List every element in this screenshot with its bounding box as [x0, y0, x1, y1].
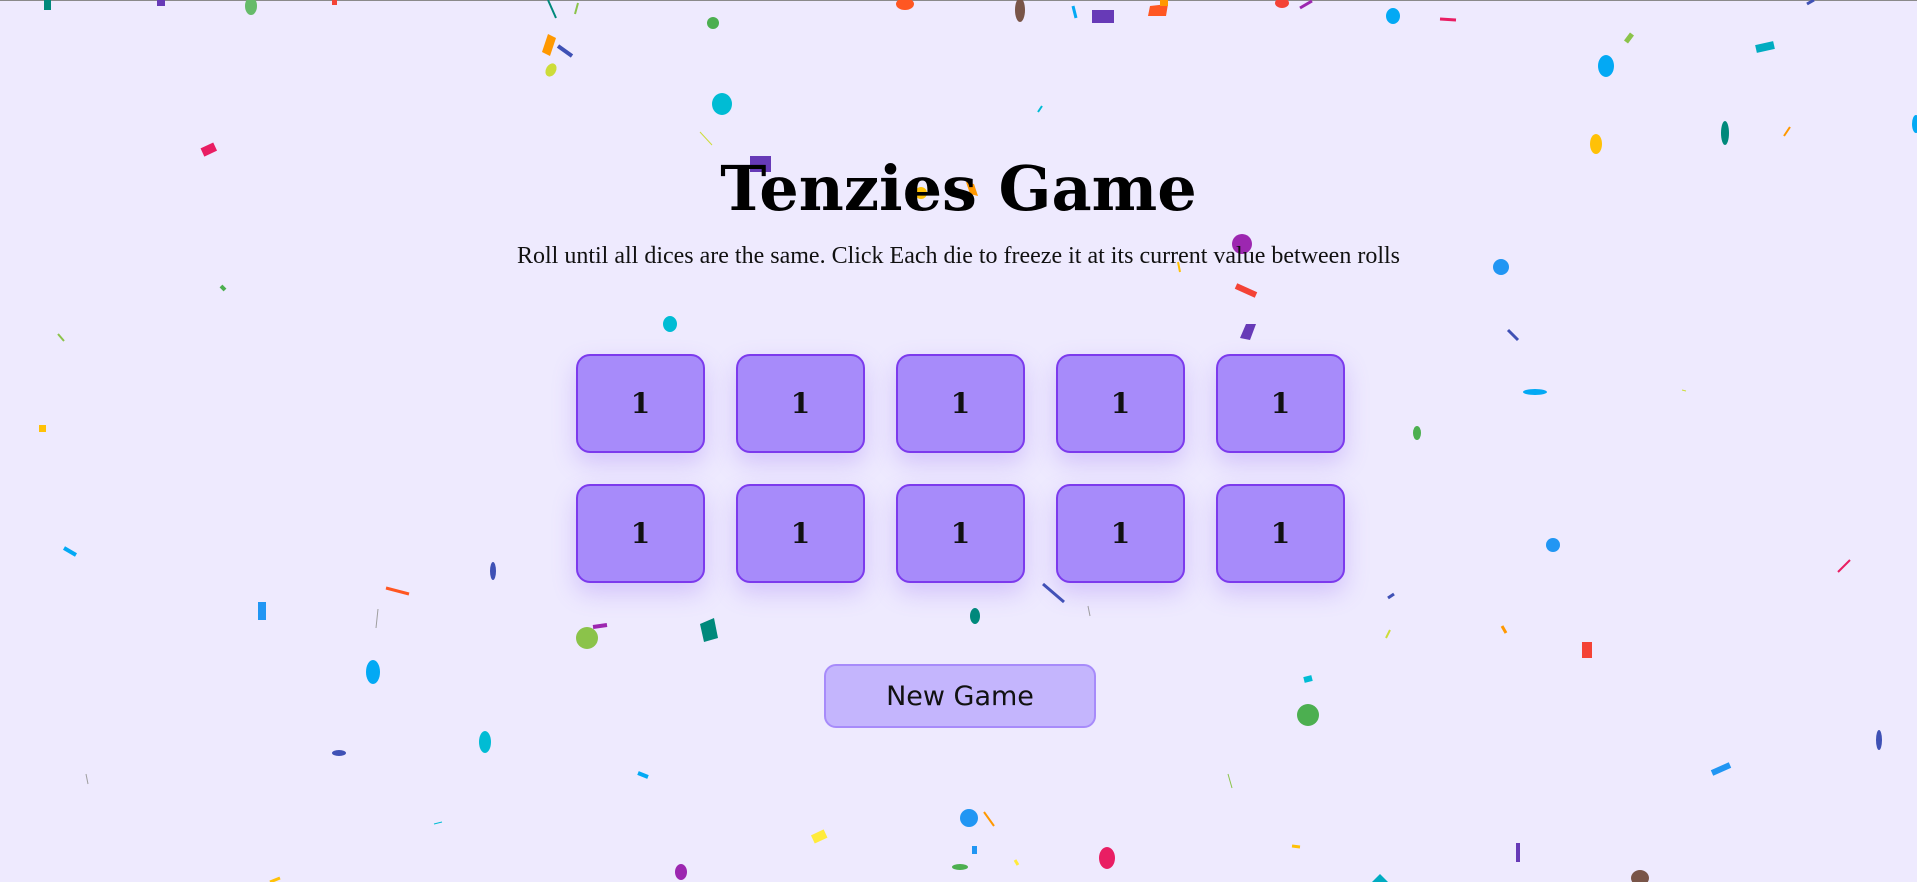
die-7[interactable]: 1 — [736, 484, 865, 583]
die-1[interactable]: 1 — [576, 354, 705, 453]
die-9[interactable]: 1 — [1056, 484, 1185, 583]
die-5[interactable]: 1 — [1216, 354, 1345, 453]
new-game-button[interactable]: New Game — [824, 664, 1096, 728]
game-title: Tenzies Game — [720, 152, 1197, 225]
die-4[interactable]: 1 — [1056, 354, 1185, 453]
die-10[interactable]: 1 — [1216, 484, 1345, 583]
dice-grid: 1 1 1 1 1 1 1 1 1 1 — [576, 354, 1345, 583]
die-2[interactable]: 1 — [736, 354, 865, 453]
die-6[interactable]: 1 — [576, 484, 705, 583]
die-8[interactable]: 1 — [896, 484, 1025, 583]
die-3[interactable]: 1 — [896, 354, 1025, 453]
instructions-text: Roll until all dices are the same. Click… — [516, 243, 1400, 269]
game-container: Tenzies Game Roll until all dices are th… — [0, 0, 1917, 882]
